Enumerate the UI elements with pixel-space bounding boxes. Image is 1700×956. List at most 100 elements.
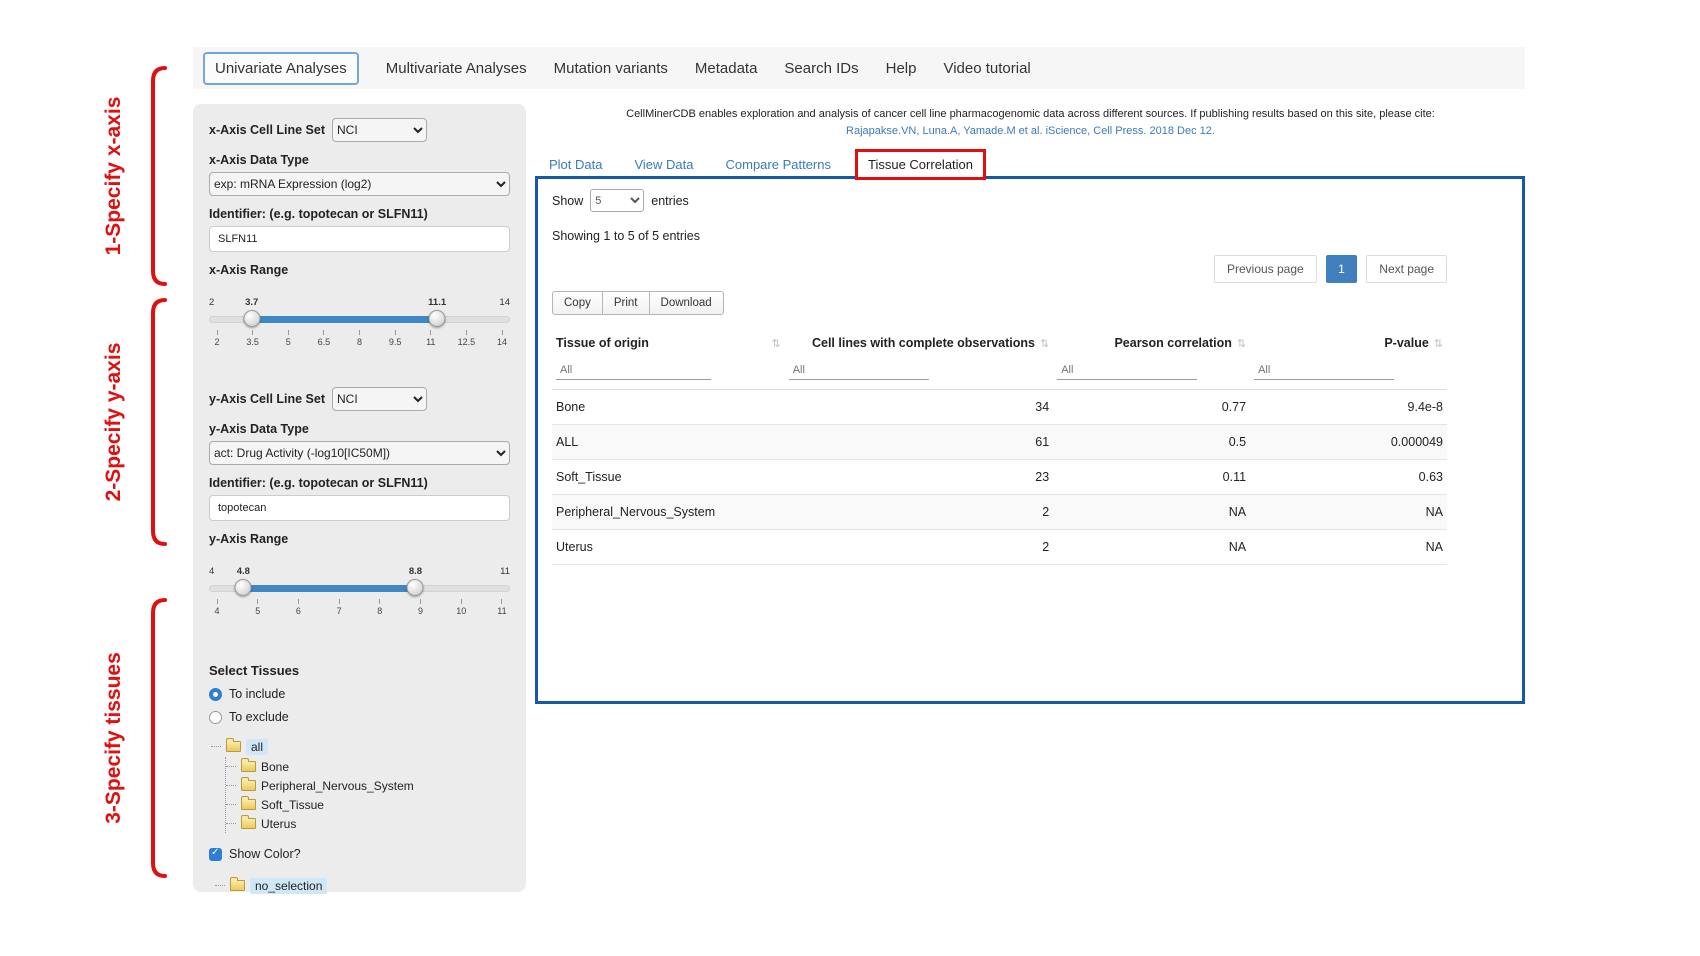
x-axis-range-slider[interactable]: 2 3.7 11.1 14 2 3.5 5 6.5 8 9.5 11 12.5 … [209, 297, 510, 357]
filter-pearson-input[interactable] [1057, 361, 1197, 380]
tree-item-uterus[interactable]: Uterus [226, 814, 510, 833]
nav-tab-help[interactable]: Help [886, 60, 917, 77]
tissue-correlation-table: Tissue of origin Cell lines with complet… [552, 327, 1447, 565]
x-slider-ticks: 2 3.5 5 6.5 8 9.5 11 12.5 14 [209, 330, 510, 347]
tree-connector [211, 746, 221, 747]
cell-count: 61 [785, 425, 1054, 460]
col-pearson-correlation-label: Pearson correlation [1114, 336, 1231, 350]
tab-tissue-correlation[interactable]: Tissue Correlation [855, 149, 986, 180]
y-slider-handle-high[interactable] [407, 579, 424, 596]
sort-icon[interactable] [1232, 336, 1246, 350]
table-row[interactable]: Bone 34 0.77 9.4e-8 [552, 390, 1447, 425]
cell-tissue: Soft_Tissue [552, 460, 785, 495]
annotation-specify-y-axis: 2-Specify y-axis [102, 343, 126, 502]
entries-select[interactable]: 5 [590, 189, 644, 212]
tree-item-no-selection-label: no_selection [250, 878, 327, 894]
nav-tab-mutation-variants[interactable]: Mutation variants [554, 60, 668, 77]
y-axis-identifier-input[interactable] [209, 495, 510, 521]
filter-cell-lines-input[interactable] [789, 361, 929, 380]
x-tick: 14 [497, 337, 507, 347]
cell-tissue: Bone [552, 390, 785, 425]
x-slider-handle-low[interactable] [243, 310, 260, 327]
to-include-radio[interactable] [209, 688, 222, 701]
table-row[interactable]: ALL 61 0.5 0.000049 [552, 425, 1447, 460]
page-1-button[interactable]: 1 [1326, 255, 1357, 283]
tree-item-soft-tissue-label: Soft_Tissue [261, 798, 324, 812]
cell-tissue: ALL [552, 425, 785, 460]
to-exclude-radio-row[interactable]: To exclude [209, 710, 510, 724]
table-info: Showing 1 to 5 of 5 entries [552, 229, 1447, 243]
x-axis-cell-line-set-select[interactable]: NCI [332, 118, 427, 142]
table-row[interactable]: Peripheral_Nervous_System 2 NA NA [552, 495, 1447, 530]
cell-pearson: 0.11 [1053, 460, 1250, 495]
x-tick: 8 [357, 337, 362, 347]
x-tick: 5 [286, 337, 291, 347]
tree-item-all-label: all [246, 739, 268, 755]
table-row[interactable]: Uterus 2 NA NA [552, 530, 1447, 565]
previous-page-button[interactable]: Previous page [1214, 255, 1317, 283]
cell-count: 2 [785, 530, 1054, 565]
table-row[interactable]: Soft_Tissue 23 0.11 0.63 [552, 460, 1447, 495]
nav-tab-video-tutorial[interactable]: Video tutorial [943, 60, 1030, 77]
download-button[interactable]: Download [649, 291, 724, 315]
folder-icon [241, 799, 256, 810]
y-axis-range-slider[interactable]: 4 4.8 8.8 11 4 5 6 7 8 9 10 11 [209, 566, 510, 626]
col-pearson-correlation[interactable]: Pearson correlation [1053, 327, 1250, 359]
x-slider-handle-high[interactable] [429, 310, 446, 327]
sort-icon[interactable] [1035, 336, 1049, 350]
filter-p-value-input[interactable] [1254, 361, 1394, 380]
x-axis-range-label: x-Axis Range [209, 263, 510, 277]
x-tick: 9.5 [389, 337, 402, 347]
x-tick: 3.5 [246, 337, 259, 347]
tree-item-peripheral-nervous-system-label: Peripheral_Nervous_System [261, 779, 414, 793]
pagination: Previous page 1 Next page [552, 255, 1447, 283]
cell-p-value: NA [1250, 530, 1447, 565]
annotation-brace-3 [146, 596, 168, 880]
to-include-radio-row[interactable]: To include [209, 687, 510, 701]
tree-item-all[interactable]: all [211, 736, 510, 757]
col-tissue-of-origin[interactable]: Tissue of origin [552, 327, 785, 359]
select-tissues-label: Select Tissues [209, 663, 510, 678]
nav-tab-search-ids[interactable]: Search IDs [784, 60, 858, 77]
citation-link[interactable]: Rajapakse.VN, Luna.A, Yamade.M et al. iS… [538, 125, 1523, 137]
y-slider-max-label: 11 [500, 566, 510, 577]
sort-icon[interactable] [1429, 336, 1443, 350]
tree-item-no-selection[interactable]: no_selection [215, 875, 510, 896]
next-page-button[interactable]: Next page [1366, 255, 1447, 283]
to-include-label: To include [229, 687, 285, 701]
nav-tab-metadata[interactable]: Metadata [695, 60, 758, 77]
show-color-row[interactable]: Show Color? [209, 847, 510, 861]
to-exclude-radio[interactable] [209, 711, 222, 724]
y-slider-handle-low[interactable] [235, 579, 252, 596]
x-axis-identifier-label: Identifier: (e.g. topotecan or SLFN11) [209, 207, 510, 221]
cell-tissue: Peripheral_Nervous_System [552, 495, 785, 530]
x-axis-identifier-input[interactable] [209, 226, 510, 252]
nav-tab-multivariate-analyses[interactable]: Multivariate Analyses [386, 60, 527, 77]
y-axis-data-type-label: y-Axis Data Type [209, 422, 510, 436]
col-p-value[interactable]: P-value [1250, 327, 1447, 359]
nav-tab-univariate-analyses[interactable]: Univariate Analyses [203, 52, 359, 85]
tab-plot-data[interactable]: Plot Data [549, 157, 602, 172]
annotation-brace-1 [146, 64, 168, 288]
cell-count: 2 [785, 495, 1054, 530]
copy-button[interactable]: Copy [552, 291, 603, 315]
folder-icon [241, 818, 256, 829]
tissue-tree: all Bone Peripheral_Nervous_System Soft_… [211, 736, 510, 833]
filter-tissue-input[interactable] [556, 361, 711, 380]
x-axis-data-type-select[interactable]: exp: mRNA Expression (log2) [209, 172, 510, 196]
tab-view-data[interactable]: View Data [634, 157, 693, 172]
show-color-checkbox[interactable] [209, 848, 222, 861]
print-button[interactable]: Print [602, 291, 650, 315]
sort-icon[interactable] [766, 336, 780, 350]
y-axis-cell-line-set-select[interactable]: NCI [332, 387, 427, 411]
y-axis-data-type-select[interactable]: act: Drug Activity (-log10[IC50M]) [209, 441, 510, 465]
tree-item-peripheral-nervous-system[interactable]: Peripheral_Nervous_System [226, 776, 510, 795]
tree-item-soft-tissue[interactable]: Soft_Tissue [226, 795, 510, 814]
tab-compare-patterns[interactable]: Compare Patterns [726, 157, 832, 172]
y-tick: 7 [337, 606, 342, 616]
folder-icon [226, 741, 241, 752]
tree-item-bone[interactable]: Bone [226, 757, 510, 776]
tissue-correlation-panel: Show 5 entries Showing 1 to 5 of 5 entri… [535, 176, 1525, 704]
show-label: Show [552, 194, 583, 208]
col-cell-lines[interactable]: Cell lines with complete observations [785, 327, 1054, 359]
